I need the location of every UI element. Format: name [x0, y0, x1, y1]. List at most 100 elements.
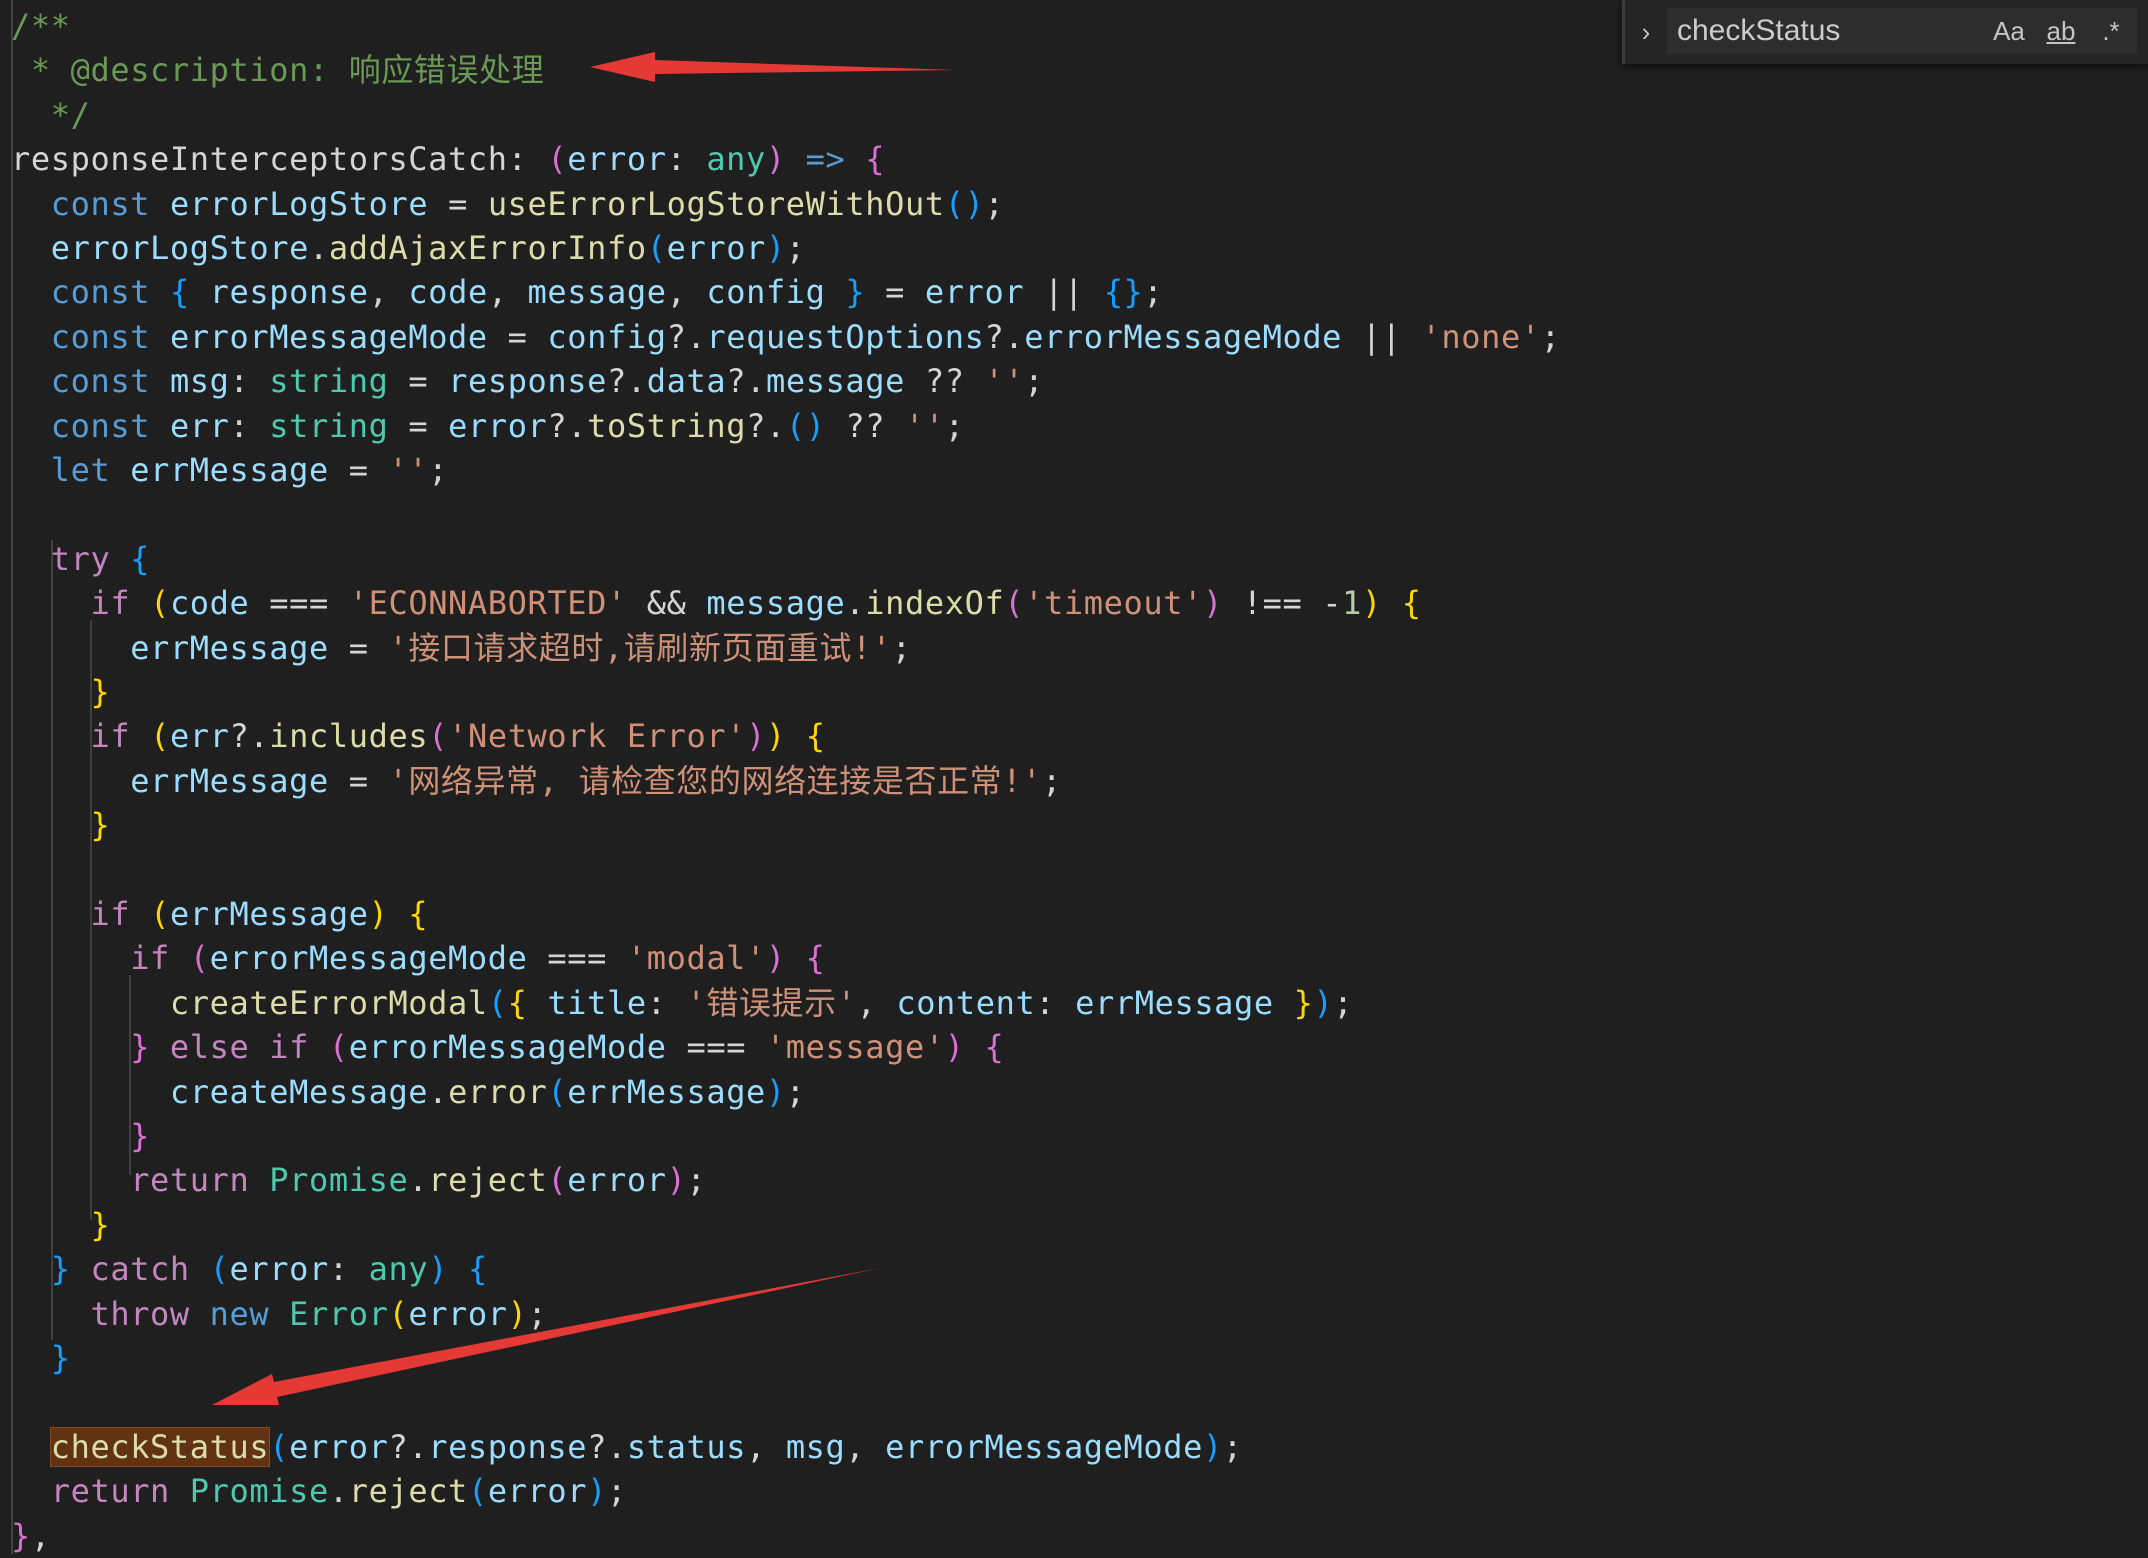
code-token: if: [11, 584, 151, 623]
code-token: ): [587, 1472, 608, 1511]
code-line: const msg: string = response?.data?.mess…: [11, 359, 1044, 403]
code-token: ===: [249, 584, 349, 623]
code-line: } else if (errorMessageMode === 'message…: [11, 1025, 1004, 1069]
code-token: '接口请求超时,请刷新页面重试!': [388, 628, 892, 667]
code-token: reject: [348, 1472, 468, 1511]
code-token: (: [547, 1161, 568, 1200]
match-case-icon[interactable]: Aa: [1989, 14, 2029, 48]
code-token: =: [388, 406, 449, 445]
code-token: {: [865, 140, 886, 179]
code-token: ?.: [726, 362, 766, 401]
code-token: (: [428, 717, 449, 756]
code-token: (: [189, 939, 210, 978]
code-line: errorLogStore.addAjaxErrorInfo(error);: [11, 226, 806, 270]
code-line: createMessage.error(errMessage);: [11, 1070, 806, 1114]
code-token: indexOf: [865, 584, 1005, 623]
code-token: ;: [428, 451, 449, 489]
code-token: ===: [527, 939, 627, 978]
code-token: ,: [666, 273, 707, 312]
code-token: return: [11, 1472, 190, 1511]
code-token: {: [388, 895, 429, 933]
code-token: 'none': [1421, 317, 1541, 356]
code-token: errMessage: [169, 895, 369, 933]
code-line: if (errorMessageMode === 'modal') {: [11, 936, 826, 980]
code-token: ): [1203, 1427, 1223, 1466]
code-line: if (err?.includes('Network Error')) {: [11, 714, 826, 758]
code-token: .: [328, 1472, 349, 1511]
code-editor[interactable]: /** * @description: 响应错误处理 */responseInt…: [0, 0, 2148, 1555]
code-token: ?.: [984, 317, 1025, 356]
code-token: errMessage: [11, 761, 329, 800]
code-token: msg: [169, 362, 230, 401]
code-token: (: [269, 1427, 290, 1466]
code-token: {: [1381, 584, 1422, 623]
code-token: status: [626, 1427, 747, 1466]
code-token: '': [388, 451, 429, 489]
code-token: toString: [587, 406, 747, 445]
code-token: !==: [1222, 584, 1323, 623]
code-token: :: [1035, 983, 1076, 1022]
code-token: errorMessageMode: [348, 1028, 667, 1067]
code-line: const err: string = error?.toString?.() …: [11, 404, 965, 448]
code-token: }: [11, 1117, 151, 1155]
code-token: const: [11, 406, 170, 445]
code-token: error: [448, 1072, 548, 1111]
code-token: ): [428, 1250, 449, 1289]
code-token: message: [527, 273, 667, 312]
code-token: '网络异常, 请检查您的网络连接是否正常!': [388, 761, 1042, 800]
chevron-right-icon[interactable]: ›: [1635, 16, 1657, 48]
code-token: catch: [70, 1250, 210, 1289]
code-token: const: [11, 184, 170, 223]
code-token: const: [11, 362, 170, 401]
code-line: const errorMessageMode = config?.request…: [11, 315, 1561, 359]
code-token: ;: [1540, 317, 1561, 356]
code-token: /**: [11, 7, 71, 45]
code-token: return: [11, 1161, 270, 1200]
code-token: ;: [785, 1072, 806, 1111]
code-token: requestOptions: [706, 317, 985, 356]
code-token: ;: [1024, 362, 1045, 401]
code-line: createErrorModal({ title: '错误提示', conten…: [11, 981, 1353, 1025]
code-token: ;: [785, 229, 806, 267]
code-token: Promise: [189, 1472, 329, 1511]
code-token: string: [269, 406, 389, 445]
whole-word-icon[interactable]: ab: [2039, 14, 2083, 48]
code-token: err: [169, 406, 230, 445]
code-token: config: [547, 317, 667, 356]
code-token: (: [467, 1472, 488, 1511]
code-token: }: [11, 1028, 151, 1067]
code-token: any: [368, 1250, 429, 1289]
code-token: -: [1322, 584, 1343, 623]
code-token: ): [507, 1294, 528, 1333]
code-line: /**: [11, 4, 71, 48]
code-token: Error: [289, 1294, 389, 1333]
code-line: let errMessage = '';: [11, 448, 448, 492]
code-token: (: [328, 1028, 349, 1067]
code-token: (): [785, 406, 826, 445]
code-token: error: [229, 1250, 329, 1289]
code-token: &&: [626, 584, 707, 623]
code-line: return Promise.reject(error);: [11, 1469, 627, 1513]
code-token: const: [11, 317, 170, 356]
code-token: ,: [368, 273, 409, 312]
code-token: reject: [428, 1161, 548, 1200]
regex-icon[interactable]: .*: [2091, 14, 2131, 48]
code-token: createMessage: [11, 1072, 429, 1111]
code-token: :: [229, 362, 270, 401]
code-token: checkStatus: [49, 1426, 271, 1467]
code-token: }: [11, 1250, 71, 1289]
code-line: }: [11, 803, 110, 847]
code-token: :: [666, 140, 707, 179]
code-token: '': [905, 406, 945, 445]
code-token: errorMessageMode: [209, 939, 528, 978]
code-token: {: [448, 1250, 488, 1289]
code-token: (: [150, 584, 170, 623]
code-token: (: [487, 983, 508, 1022]
code-token: data: [646, 362, 727, 401]
code-token: ?.: [746, 406, 786, 445]
code-token: :: [646, 983, 687, 1022]
code-token: 'Network Error': [448, 717, 747, 756]
code-token: errorMessageMode: [1024, 317, 1343, 356]
code-token: error: [666, 229, 766, 267]
